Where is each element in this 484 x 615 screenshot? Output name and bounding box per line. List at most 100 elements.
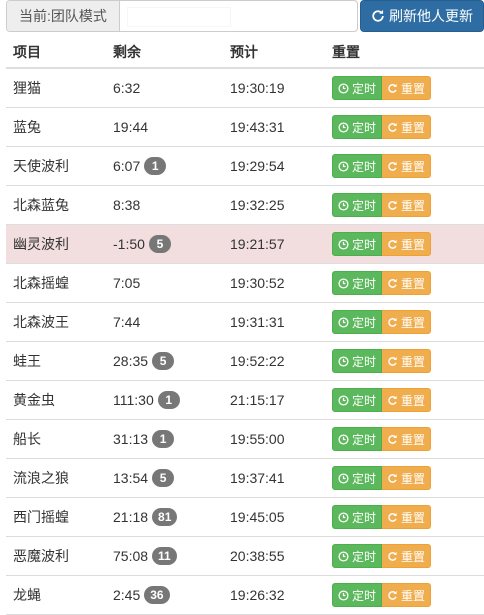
reset-icon: [388, 278, 397, 288]
eta-time: 19:26:32: [223, 575, 325, 615]
refresh-others-button[interactable]: 刷新他人更新: [360, 0, 484, 32]
timer-button[interactable]: 定时: [332, 544, 383, 568]
reset-button[interactable]: 重置: [382, 76, 432, 100]
count-badge: 81: [152, 508, 178, 526]
reset-button[interactable]: 重置: [382, 544, 432, 568]
timer-button[interactable]: 定时: [332, 271, 383, 295]
actions-cell: 定时 重置: [325, 497, 484, 537]
reset-button[interactable]: 重置: [382, 583, 432, 607]
timer-label: 定时: [352, 198, 377, 213]
clock-icon: [338, 511, 349, 523]
item-name: 北森波王: [6, 302, 106, 342]
table-row: 蛙王 28:35 5 19:52:22 定时 重置: [6, 341, 484, 381]
actions-cell: 定时 重置: [325, 419, 484, 459]
timer-button[interactable]: 定时: [332, 76, 383, 100]
eta-time: 19:31:31: [223, 302, 325, 342]
item-name: 流浪之狼: [6, 458, 106, 498]
eta-time: 19:21:57: [223, 224, 325, 264]
table-row: 西门摇蝗 21:18 81 19:45:05 定时 重置: [6, 497, 484, 537]
eta-time: 19:37:41: [223, 458, 325, 498]
table-row: 北森波王 7:44 19:31:31 定时 重置: [6, 302, 484, 342]
remaining-cell: 19:44: [106, 107, 223, 147]
reset-button[interactable]: 重置: [382, 388, 432, 412]
reset-button[interactable]: 重置: [382, 427, 432, 451]
reset-button[interactable]: 重置: [382, 271, 432, 295]
actions-cell: 定时 重置: [325, 146, 484, 186]
clock-icon: [338, 160, 349, 172]
remaining-time: 31:13: [113, 431, 149, 447]
reset-label: 重置: [401, 510, 426, 525]
reset-button[interactable]: 重置: [382, 232, 432, 256]
actions-cell: 定时 重置: [325, 185, 484, 225]
reset-icon: [388, 434, 397, 444]
timer-button[interactable]: 定时: [332, 349, 383, 373]
eta-time: 19:52:22: [223, 341, 325, 381]
clock-icon: [338, 394, 349, 406]
refresh-icon: [372, 9, 384, 22]
actions-cell: 定时 重置: [325, 68, 484, 108]
timer-button[interactable]: 定时: [332, 193, 383, 217]
timer-button[interactable]: 定时: [332, 505, 383, 529]
timer-button[interactable]: 定时: [332, 310, 383, 334]
reset-button[interactable]: 重置: [382, 349, 432, 373]
count-badge: 5: [152, 469, 175, 487]
remaining-cell: 21:18 81: [106, 497, 223, 537]
table-row: 黄金虫 111:30 1 21:15:17 定时 重置: [6, 380, 484, 420]
timer-button[interactable]: 定时: [332, 583, 383, 607]
reset-button[interactable]: 重置: [382, 310, 432, 334]
reset-label: 重置: [401, 588, 426, 603]
reset-button[interactable]: 重置: [382, 115, 432, 139]
reset-button[interactable]: 重置: [382, 466, 432, 490]
item-name: 黄金虫: [6, 380, 106, 420]
action-button-group: 定时 重置: [332, 115, 432, 139]
clock-icon: [338, 433, 349, 445]
remaining-time: 75:08: [113, 548, 149, 564]
table-row: 狸猫 6:32 19:30:19 定时 重置: [6, 68, 484, 108]
clock-icon: [338, 472, 349, 484]
item-name: 龙蝇: [6, 575, 106, 615]
timer-label: 定时: [352, 510, 377, 525]
timer-button[interactable]: 定时: [332, 232, 383, 256]
action-button-group: 定时 重置: [332, 349, 432, 373]
timer-label: 定时: [352, 393, 377, 408]
reset-icon: [388, 239, 397, 249]
table-row: 恶魔波利 75:08 11 20:38:55 定时 重置: [6, 536, 484, 576]
remaining-time: 111:30: [113, 392, 154, 408]
timer-button[interactable]: 定时: [332, 154, 383, 178]
reset-label: 重置: [401, 276, 426, 291]
remaining-cell: 31:13 1: [106, 419, 223, 459]
clock-icon: [338, 82, 349, 94]
table-row: 北森蓝兔 8:38 19:32:25 定时 重置: [6, 185, 484, 225]
header-reset: 重置: [325, 36, 484, 69]
reset-button[interactable]: 重置: [382, 505, 432, 529]
clock-icon: [338, 550, 349, 562]
timer-button[interactable]: 定时: [332, 466, 383, 490]
eta-time: 19:30:19: [223, 68, 325, 108]
reset-button[interactable]: 重置: [382, 193, 432, 217]
eta-time: 19:45:05: [223, 497, 325, 537]
timer-button[interactable]: 定时: [332, 388, 383, 412]
refresh-label: 刷新他人更新: [389, 8, 473, 24]
timer-label: 定时: [352, 588, 377, 603]
mode-input[interactable]: [127, 7, 231, 27]
clock-icon: [338, 277, 349, 289]
remaining-cell: 6:07 1: [106, 146, 223, 186]
remaining-cell: 75:08 11: [106, 536, 223, 576]
remaining-cell: 7:44: [106, 302, 223, 342]
eta-time: 19:43:31: [223, 107, 325, 147]
remaining-time: 7:44: [113, 314, 141, 330]
actions-cell: 定时 重置: [325, 380, 484, 420]
table-row: 天使波利 6:07 1 19:29:54 定时 重置: [6, 146, 484, 186]
timer-button[interactable]: 定时: [332, 427, 383, 451]
mode-input-group: 当前:团队模式: [6, 0, 358, 32]
timer-button[interactable]: 定时: [332, 115, 383, 139]
table-row: 北森摇蝗 7:05 19:30:52 定时 重置: [6, 263, 484, 303]
eta-time: 21:15:17: [223, 380, 325, 420]
mode-label: 当前:团队模式: [7, 1, 120, 31]
item-name: 狸猫: [6, 68, 106, 108]
timer-label: 定时: [352, 471, 377, 486]
reset-button[interactable]: 重置: [382, 154, 432, 178]
item-name: 天使波利: [6, 146, 106, 186]
reset-label: 重置: [401, 354, 426, 369]
table-row: 流浪之狼 13:54 5 19:37:41 定时 重置: [6, 458, 484, 498]
